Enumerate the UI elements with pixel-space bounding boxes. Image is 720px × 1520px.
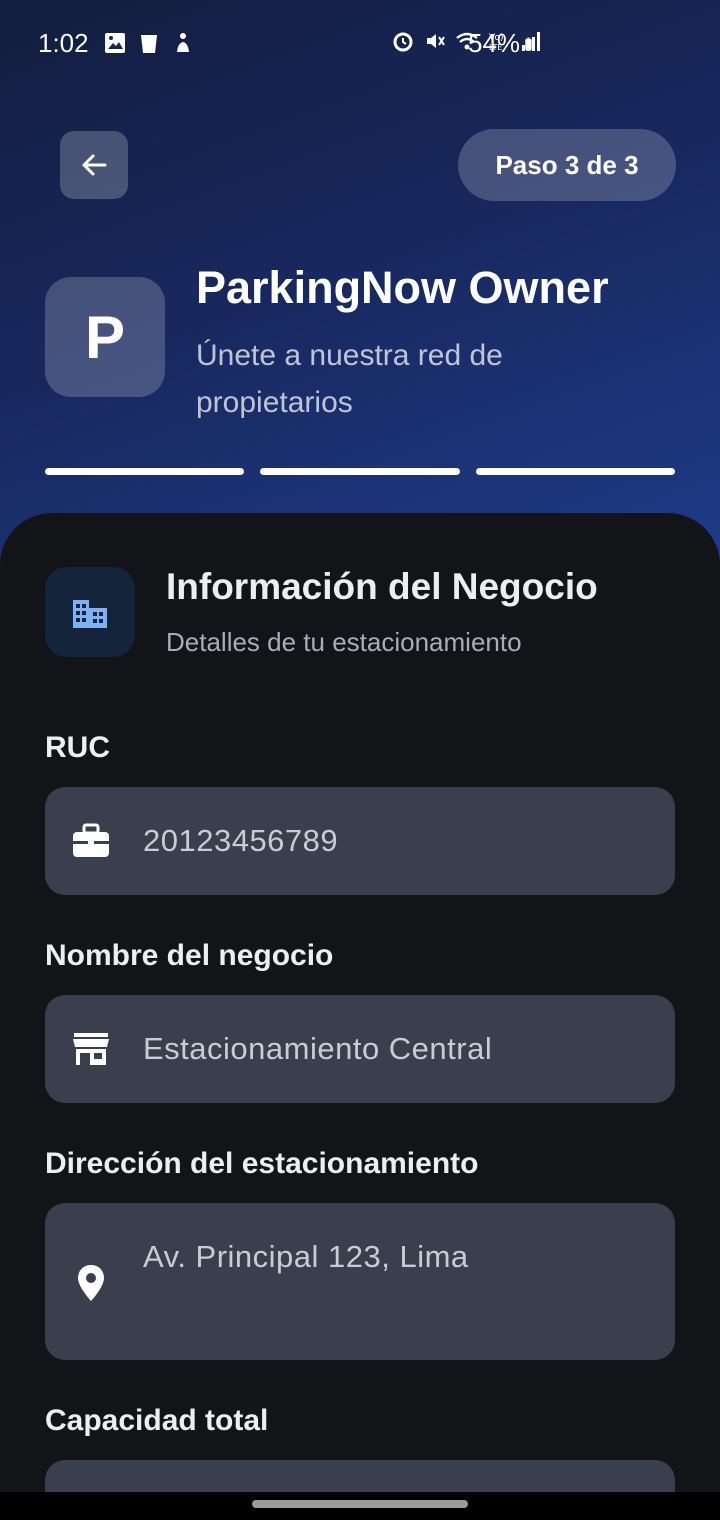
progress-step-2: [260, 468, 460, 475]
ruc-value: 20123456789: [143, 823, 339, 858]
ruc-field[interactable]: 20123456789: [45, 787, 675, 895]
step-indicator: Paso 3 de 3: [458, 129, 676, 201]
section-title: Información del Negocio: [166, 566, 598, 607]
business-name-label: Nombre del negocio: [45, 939, 334, 972]
status-time: 1:02: [38, 28, 89, 58]
capacity-label: Capacidad total: [45, 1404, 269, 1437]
address-value: Av. Principal 123, Lima: [143, 1239, 469, 1274]
battery-icon: [525, 37, 532, 50]
app-logo: P: [45, 277, 165, 397]
address-label: Dirección del estacionamiento: [45, 1147, 479, 1180]
image-icon: [105, 33, 125, 53]
accessibility-icon: [177, 33, 189, 52]
section-subtitle: Detalles de tu estacionamiento: [166, 627, 522, 657]
back-button[interactable]: [60, 131, 128, 199]
app-title: ParkingNow Owner: [196, 262, 609, 313]
location-pin-icon: [71, 1263, 111, 1303]
status-bar: 1:02 Vo) LTE 54%: [0, 0, 720, 88]
business-name-field[interactable]: Estacionamiento Central: [45, 995, 675, 1103]
business-name-value: Estacionamiento Central: [143, 1031, 493, 1066]
building-icon: [73, 600, 107, 628]
step-progress-bar: [45, 468, 675, 475]
store-icon: [71, 1029, 111, 1069]
ruc-label: RUC: [45, 731, 110, 764]
trash-icon: [141, 35, 157, 53]
progress-step-3: [475, 468, 675, 475]
arrow-left-icon: [82, 154, 107, 176]
alarm-icon: [393, 32, 413, 52]
home-gesture-handle[interactable]: [252, 1500, 468, 1508]
app-subtitle: Únete a nuestra red de propietarios: [196, 339, 503, 419]
mute-icon: [427, 34, 445, 48]
progress-step-1: [45, 468, 245, 475]
battery-percent: 54%: [468, 28, 521, 58]
address-field[interactable]: Av. Principal 123, Lima: [45, 1203, 675, 1360]
section-icon-box: [45, 567, 135, 657]
briefcase-icon: [71, 821, 111, 861]
